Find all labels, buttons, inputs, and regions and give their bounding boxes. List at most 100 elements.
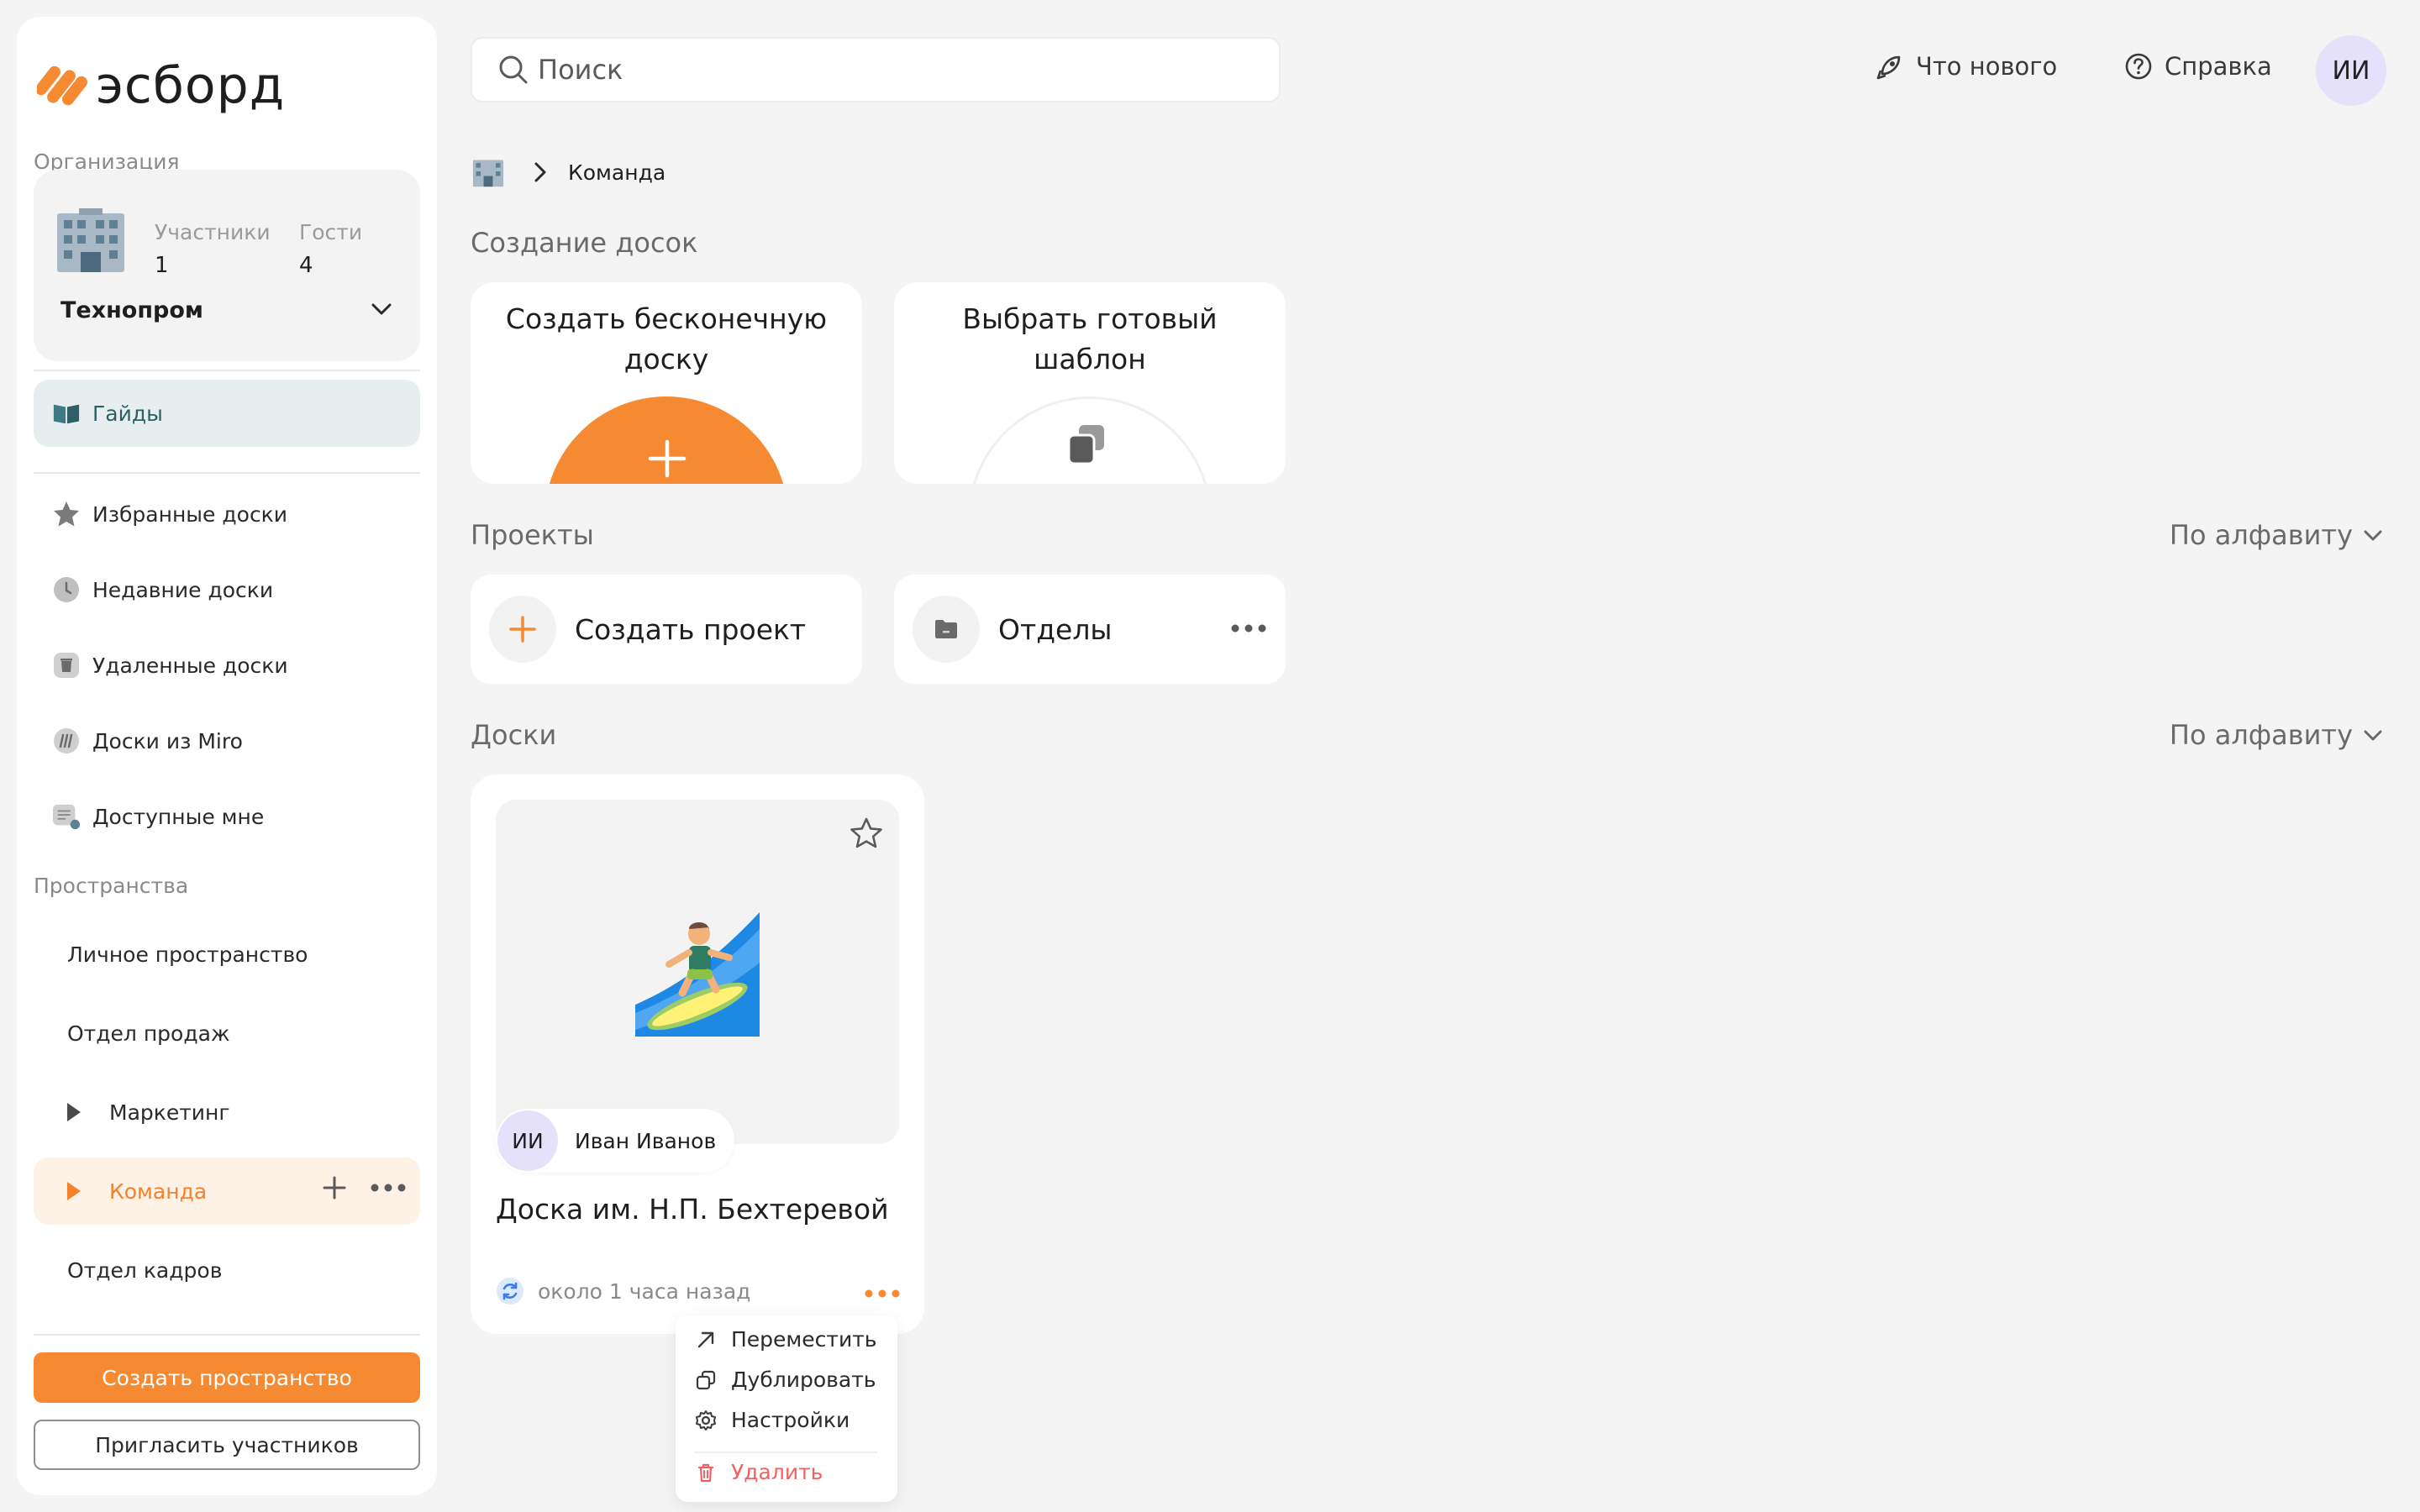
search-bar[interactable] xyxy=(471,37,1281,102)
search-input[interactable] xyxy=(538,54,1260,86)
chevron-down-icon[interactable] xyxy=(368,296,395,323)
spaces-section-label: Пространства xyxy=(34,874,189,898)
project-card[interactable]: Отделы xyxy=(894,575,1286,684)
menu-item-label: Дублировать xyxy=(731,1368,876,1392)
menu-separator xyxy=(694,1452,877,1453)
members-label: Участники xyxy=(155,220,271,244)
menu-item-duplicate[interactable]: Дублировать xyxy=(694,1368,876,1392)
copy-template-icon xyxy=(1067,425,1104,465)
plus-icon xyxy=(648,439,687,478)
nav-item-label: Доступные мне xyxy=(92,804,265,829)
board-title[interactable]: Доска им. Н.П. Бехтеревой xyxy=(496,1193,889,1226)
menu-item-move[interactable]: Переместить xyxy=(694,1327,877,1352)
chevron-down-icon xyxy=(2364,730,2382,741)
more-dots-icon[interactable] xyxy=(370,1183,407,1193)
space-item-hr[interactable]: Отдел кадров xyxy=(34,1236,420,1304)
surfer-icon xyxy=(635,912,760,1037)
expand-triangle-icon[interactable] xyxy=(67,1103,81,1121)
members-count: 1 xyxy=(155,253,169,278)
choose-template-card[interactable]: Выбрать готовый шаблон xyxy=(894,282,1286,484)
building-icon[interactable] xyxy=(472,156,504,188)
divider xyxy=(34,370,420,371)
project-label: Отделы xyxy=(998,612,1113,646)
help-link[interactable]: Справка xyxy=(2124,52,2272,81)
more-dots-icon[interactable] xyxy=(1230,623,1267,633)
menu-item-delete[interactable]: Удалить xyxy=(694,1460,823,1484)
nav-item-miro[interactable]: Доски из Miro xyxy=(34,707,420,774)
create-project-card[interactable]: Создать проект xyxy=(471,575,862,684)
book-icon xyxy=(52,399,81,428)
logo-mark-icon xyxy=(37,66,87,106)
board-card[interactable]: ИИ Иван Иванов Доска им. Н.П. Бехтеревой… xyxy=(471,774,924,1334)
plus-icon[interactable] xyxy=(321,1174,348,1201)
nav-item-guides[interactable]: Гайды xyxy=(34,380,420,447)
user-avatar[interactable]: ИИ xyxy=(2316,35,2386,106)
create-project-circle xyxy=(489,596,556,663)
help-icon xyxy=(2125,53,2152,80)
create-infinite-board-card[interactable]: Создать бесконечную доску xyxy=(471,282,862,484)
folder-icon xyxy=(935,620,957,638)
boards-sort-dropdown[interactable]: По алфавиту xyxy=(2170,719,2385,751)
space-item-label: Отдел кадров xyxy=(67,1257,223,1283)
org-name: Технопром xyxy=(60,297,203,323)
owner-avatar: ИИ xyxy=(497,1110,558,1171)
trash-icon xyxy=(697,1463,714,1482)
trash-icon xyxy=(52,651,81,680)
sync-icon xyxy=(497,1278,523,1305)
star-outline-icon[interactable] xyxy=(849,816,884,852)
owner-name: Иван Иванов xyxy=(575,1128,717,1153)
space-item-sales[interactable]: Отдел продаж xyxy=(34,1000,420,1067)
divider xyxy=(34,1334,420,1336)
expand-triangle-icon[interactable] xyxy=(67,1182,81,1200)
menu-item-label: Переместить xyxy=(731,1327,877,1352)
nav-item-label: Гайды xyxy=(92,401,163,426)
space-item-label: Отдел продаж xyxy=(67,1021,230,1046)
space-item-label: Команда xyxy=(109,1179,208,1204)
gear-icon xyxy=(696,1410,716,1431)
menu-item-settings[interactable]: Настройки xyxy=(694,1408,850,1432)
divider xyxy=(34,472,420,474)
miro-icon xyxy=(52,727,81,755)
project-folder-circle xyxy=(913,596,980,663)
create-boards-heading: Создание досок xyxy=(471,227,698,259)
board-preview[interactable] xyxy=(496,800,899,1144)
invite-members-button[interactable]: Пригласить участников xyxy=(34,1420,420,1470)
nav-item-recent[interactable]: Недавние доски xyxy=(34,556,420,623)
more-dots-icon[interactable] xyxy=(864,1289,901,1299)
create-infinite-board-label: Создать бесконечную доску xyxy=(505,302,828,375)
logo-text: эсборд xyxy=(96,56,286,115)
nav-item-label: Избранные доски xyxy=(92,501,288,527)
clock-icon xyxy=(52,575,81,604)
projects-sort-dropdown[interactable]: По алфавиту xyxy=(2170,519,2385,551)
help-label: Справка xyxy=(2165,52,2272,81)
create-project-label: Создать проект xyxy=(575,612,807,646)
choose-template-label: Выбрать готовый шаблон xyxy=(962,302,1218,375)
nav-item-label: Недавние доски xyxy=(92,577,274,602)
boards-heading: Доски xyxy=(471,719,557,751)
logo[interactable]: эсборд xyxy=(37,45,285,126)
board-meta: около 1 часа назад xyxy=(496,1277,750,1305)
board-owner-chip: ИИ Иван Иванов xyxy=(496,1109,735,1173)
org-card[interactable]: Участники 1 Гости 4 Технопром xyxy=(34,170,420,361)
space-item-personal[interactable]: Личное пространство xyxy=(34,921,420,988)
create-space-button[interactable]: Создать пространство xyxy=(34,1352,420,1403)
nav-item-shared[interactable]: Доступные мне xyxy=(34,783,420,850)
nav-item-deleted[interactable]: Удаленные доски xyxy=(34,632,420,699)
chevron-down-icon xyxy=(2364,530,2382,541)
breadcrumb-current: Команда xyxy=(568,160,666,185)
nav-item-favorites[interactable]: Избранные доски xyxy=(34,480,420,548)
chevron-right-icon xyxy=(534,162,546,182)
nav-item-label: Удаленные доски xyxy=(92,653,288,678)
space-item-label: Личное пространство xyxy=(67,942,308,967)
space-item-label: Маркетинг xyxy=(109,1100,230,1125)
whats-new-link[interactable]: Что нового xyxy=(1876,52,2057,81)
space-item-marketing[interactable]: Маркетинг xyxy=(34,1079,420,1146)
menu-item-label: Удалить xyxy=(731,1460,823,1484)
space-item-team[interactable]: Команда xyxy=(34,1158,420,1225)
star-icon xyxy=(52,500,81,528)
board-context-menu: Переместить Дублировать Настройки Удалит… xyxy=(676,1315,897,1502)
rocket-icon xyxy=(1876,55,1901,80)
plus-icon xyxy=(509,616,536,643)
org-members-stat: Участники 1 xyxy=(155,220,271,278)
space-actions xyxy=(321,1174,407,1201)
